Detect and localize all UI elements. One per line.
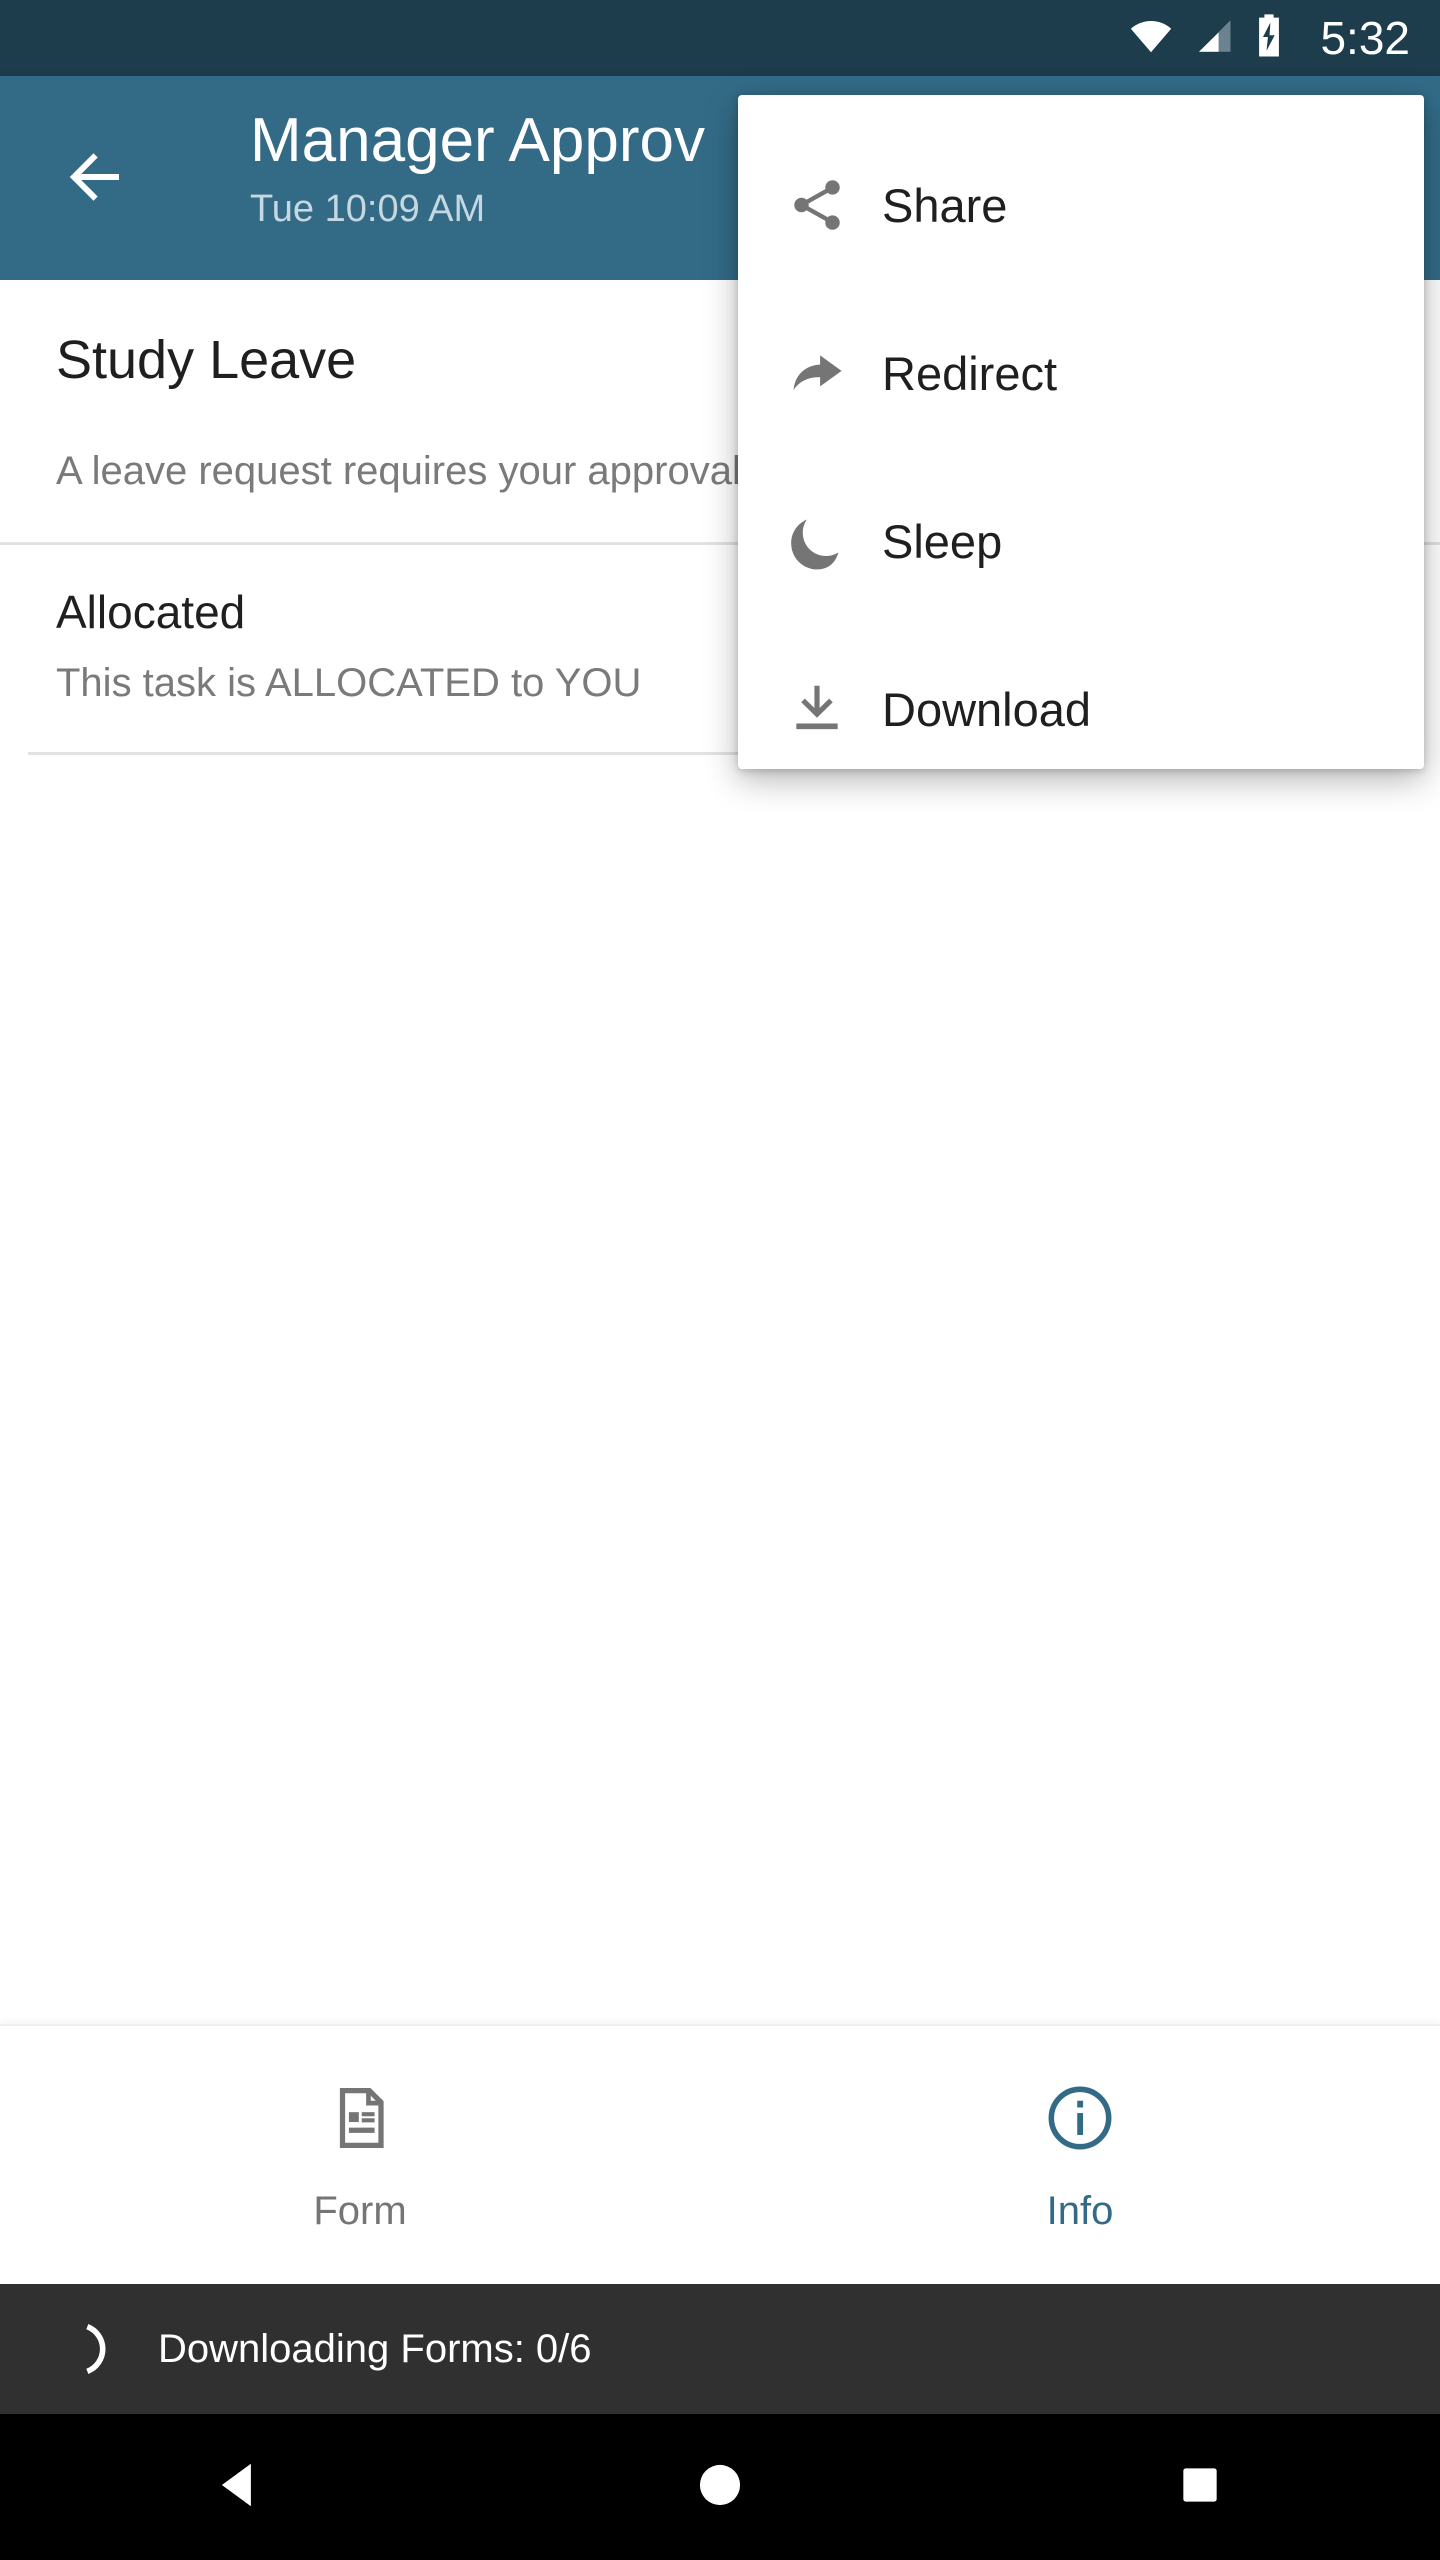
download-icon: [780, 672, 854, 746]
android-back-button[interactable]: [0, 2456, 480, 2519]
redirect-arrow-icon: [780, 336, 854, 410]
loading-spinner-icon: [62, 2317, 126, 2381]
android-navigation-bar: [0, 2414, 1440, 2560]
tab-info[interactable]: Info: [720, 2026, 1440, 2284]
menu-item-label: Sleep: [882, 514, 1003, 568]
battery-charging-icon: [1252, 13, 1286, 64]
menu-item-share[interactable]: Share: [738, 121, 1424, 289]
android-recents-button[interactable]: [960, 2460, 1440, 2515]
back-button[interactable]: [52, 136, 138, 222]
arrow-left-icon: [59, 141, 131, 218]
share-icon: [780, 168, 854, 242]
info-circle-icon: [1043, 2079, 1117, 2157]
tab-label: Info: [1046, 2189, 1114, 2233]
overflow-menu: Share Redirect Sleep Download: [738, 95, 1424, 769]
bottom-navigation: Form Info: [0, 2024, 1440, 2284]
tab-label: Form: [313, 2189, 407, 2233]
menu-item-redirect[interactable]: Redirect: [738, 289, 1424, 457]
tab-form[interactable]: Form: [0, 2026, 720, 2284]
android-home-button[interactable]: [480, 2457, 960, 2518]
status-bar: 5:32: [0, 0, 1440, 76]
square-recents-icon: [1175, 2460, 1225, 2515]
menu-item-label: Download: [882, 682, 1092, 736]
cellular-signal-icon: [1192, 15, 1234, 62]
menu-item-sleep[interactable]: Sleep: [738, 457, 1424, 625]
phone-screen: 5:32 Manager Approv Tue 10:09 AM Study L…: [0, 0, 1440, 2560]
moon-icon: [780, 504, 854, 578]
download-snackbar: Downloading Forms: 0/6: [0, 2284, 1440, 2414]
triangle-back-icon: [211, 2456, 269, 2519]
snackbar-text: Downloading Forms: 0/6: [158, 2327, 592, 2371]
status-bar-icons: 5:32: [1128, 13, 1410, 64]
menu-item-label: Share: [882, 178, 1008, 232]
wifi-icon: [1128, 13, 1174, 64]
menu-item-download[interactable]: Download: [738, 625, 1424, 793]
menu-item-label: Redirect: [882, 346, 1058, 400]
status-bar-clock: 5:32: [1320, 12, 1410, 64]
form-document-icon: [325, 2079, 395, 2157]
circle-home-icon: [692, 2457, 748, 2518]
